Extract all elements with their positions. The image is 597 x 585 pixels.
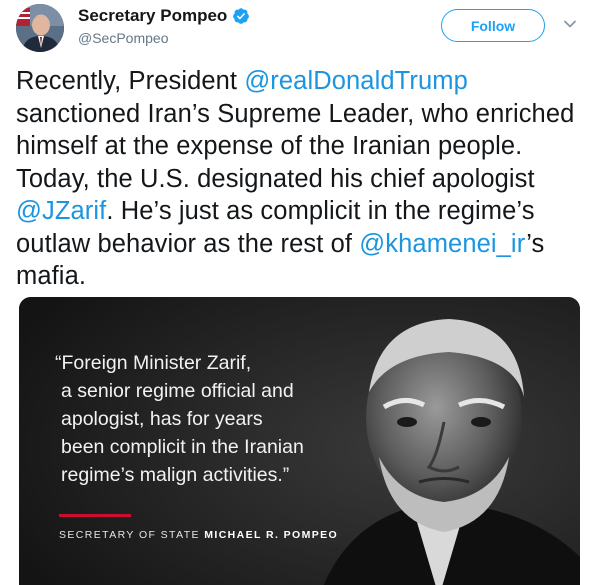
mention-link[interactable]: @khamenei_ir <box>359 230 526 258</box>
quote-line: a senior regime official and <box>61 380 294 402</box>
tweet-header: Secretary Pompeo @SecPompeo Follow <box>0 0 597 60</box>
tweet-text-segment: sanctioned Iran’s Supreme Leader, who en… <box>16 99 575 193</box>
quote-line: been complicit in the Iranian <box>61 436 304 458</box>
mention-link[interactable]: @realDonaldTrump <box>244 67 468 95</box>
mention-link[interactable]: @JZarif <box>16 197 106 225</box>
quote-text: “Foreign Minister Zarif, a senior regime… <box>55 349 355 489</box>
quote-attribution: SECRETARY OF STATE MICHAEL R. POMPEO <box>59 529 338 541</box>
quote-line: regime’s malign activities.” <box>61 464 290 486</box>
verified-badge-icon <box>233 8 250 24</box>
quote-line: apologist, has for years <box>61 408 263 430</box>
tweet-text: Recently, President @realDonaldTrump san… <box>16 65 586 293</box>
quote-line: “Foreign Minister Zarif, <box>55 352 252 374</box>
chevron-down-icon[interactable] <box>563 17 577 31</box>
follow-button[interactable]: Follow <box>441 9 545 42</box>
avatar[interactable] <box>16 4 64 52</box>
tweet-text-segment: Recently, President <box>16 67 245 95</box>
user-handle[interactable]: @SecPompeo <box>78 30 168 46</box>
attribution-name: MICHAEL R. POMPEO <box>204 529 339 541</box>
attribution-title: SECRETARY OF STATE <box>59 529 205 541</box>
tweet-media-image[interactable]: “Foreign Minister Zarif, a senior regime… <box>19 297 580 585</box>
display-name[interactable]: Secretary Pompeo <box>78 6 227 26</box>
red-divider <box>59 514 131 517</box>
name-row: Secretary Pompeo <box>78 6 250 26</box>
avatar-image <box>16 4 64 52</box>
